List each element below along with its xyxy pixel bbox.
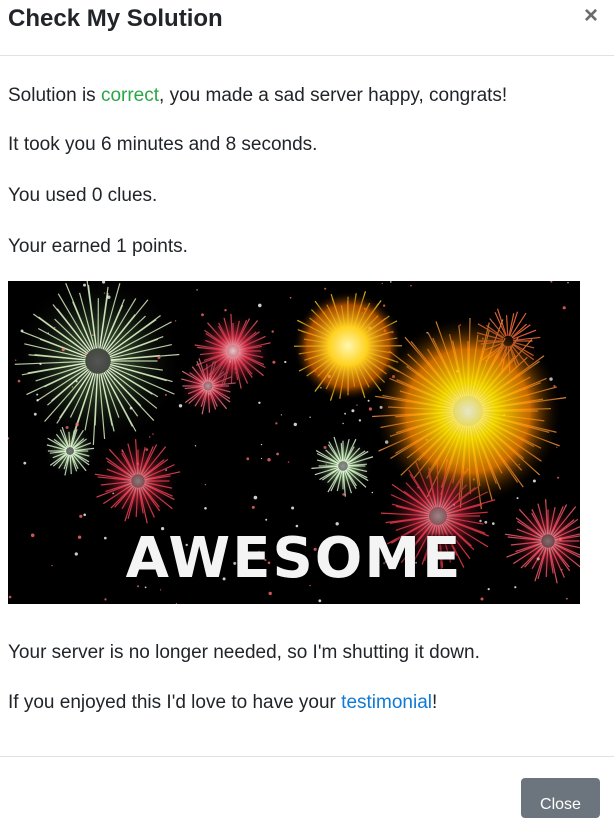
sparkle [567,282,568,283]
time-line: It took you 6 minutes and 8 seconds. [8,133,317,157]
sparkle [276,453,279,456]
sparkle [269,592,272,595]
sparkle [23,462,26,465]
sparkle [246,457,249,460]
sparkle [258,304,262,308]
result-suffix: , you made a sad server happy, congrats! [159,85,507,106]
sparkle [372,492,374,494]
sparkle [265,519,267,521]
sparkle [267,458,270,461]
sparkle [410,285,412,287]
sparkle [224,309,226,311]
sparkle [566,598,568,600]
sparkle [272,361,275,364]
sparkle [318,599,321,602]
sparkle [550,281,552,283]
close-button[interactable]: Close [521,778,600,818]
close-icon[interactable]: × [584,4,598,28]
sparkle [369,407,372,410]
testimonial-prefix: If you enjoyed this I'd love to have you… [8,692,341,713]
sparkle [261,458,262,459]
sparkle [254,496,258,500]
modal-footer: Close [0,756,614,799]
sparkle [252,506,255,509]
sparkle [284,361,286,363]
sparkle [481,598,484,601]
sparkle [8,437,9,439]
sparkle [291,507,294,510]
awesome-caption: AWESOME [8,526,580,591]
sparkle [149,436,150,437]
sparkle [309,417,310,418]
sparkle [288,461,289,462]
sparkle [176,603,177,604]
testimonial-line: If you enjoyed this I'd love to have you… [8,691,437,715]
result-line: Solution is correct, you made a sad serv… [8,84,507,108]
sparkle [557,477,559,479]
sparkle [359,419,361,421]
sparkle [179,404,182,407]
sparkle [9,596,12,599]
sparkle [563,306,566,309]
sparkle [201,313,204,316]
sparkle [272,330,274,332]
sparkle [294,423,297,426]
sparkle [351,409,354,412]
sparkle [556,447,557,448]
sparkle [368,400,370,402]
sparkle [275,422,277,424]
sparkle [517,497,519,499]
sparkle [196,289,197,290]
sparkle [290,297,292,299]
shutdown-line: Your server is no longer needed, so I'm … [8,641,480,665]
fireworks-image: AWESOME [8,281,580,604]
modal-title: Check My Solution [8,4,223,34]
modal-header: Check My Solution × [0,0,614,56]
sparkle [390,281,392,283]
sparkle [152,433,153,434]
points-line: Your earned 1 points. [8,235,188,259]
sparkle [281,414,282,415]
sparkle [83,514,86,517]
sparkle [344,413,346,415]
sparkle [261,444,262,445]
sparkle [356,404,357,405]
sparkle [336,522,339,525]
correct-status: correct [101,85,159,106]
testimonial-link[interactable]: testimonial [341,692,432,713]
sparkle [205,484,206,485]
sparkle [324,288,326,290]
sparkle [258,402,260,404]
sparkle [342,423,343,424]
sparkle [195,445,196,446]
sparkle [79,515,82,518]
result-prefix: Solution is [8,85,101,106]
sparkle [382,283,383,284]
sparkle [204,507,207,510]
sparkle [104,598,106,600]
sparkle [175,320,176,321]
testimonial-suffix: ! [432,692,437,713]
clues-line: You used 0 clues. [8,184,157,208]
